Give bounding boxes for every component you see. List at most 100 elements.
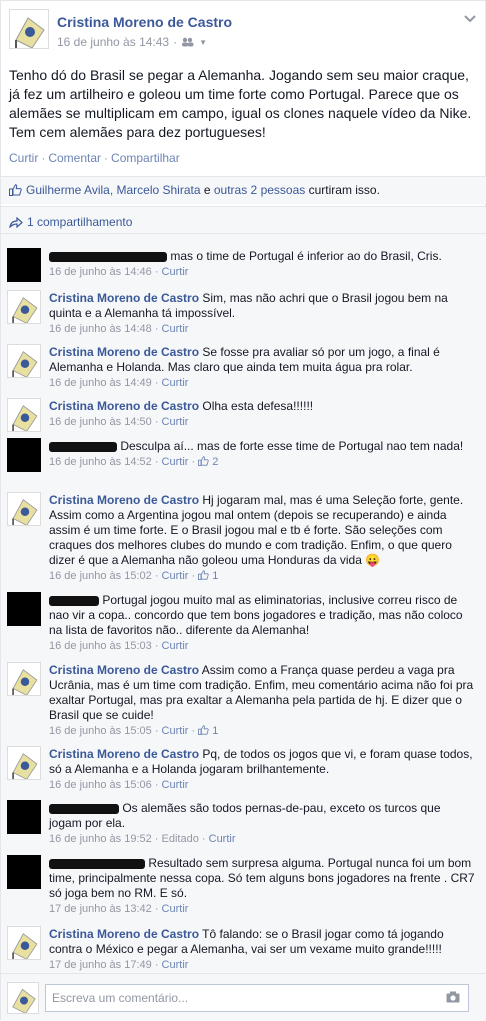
comment-like-link[interactable]: Curtir	[162, 779, 189, 791]
comment-meta: 16 de junho às 14:49 · Curtir	[49, 377, 189, 389]
comment-like-link[interactable]: Curtir	[162, 903, 189, 915]
comment-composer: Escreva um comentário...	[1, 973, 486, 1021]
comment-like-link[interactable]: Curtir	[162, 266, 189, 278]
comment-like-count[interactable]: 1	[198, 570, 218, 582]
comment-like-link[interactable]: Curtir	[162, 456, 189, 468]
commenter-name[interactable]: Cristina Moreno de Castro	[49, 747, 199, 761]
author-avatar[interactable]	[9, 9, 49, 49]
commenter-avatar[interactable]	[7, 492, 41, 526]
comment-timestamp[interactable]: 16 de junho às 15:05	[49, 725, 152, 737]
commenter-avatar[interactable]	[7, 438, 41, 472]
commenter-avatar[interactable]	[7, 344, 41, 378]
post-meta: 16 de junho às 14:43 · ▼	[57, 35, 207, 49]
like-count: 1	[212, 725, 219, 737]
comment-text: Desculpa aí... mas de forte esse time de…	[120, 439, 464, 453]
comment-like-link[interactable]: Curtir	[162, 377, 189, 389]
commenter-name[interactable]: Cristina Moreno de Castro	[49, 927, 199, 941]
comment-like-link[interactable]: Curtir	[162, 570, 189, 582]
comment-timestamp[interactable]: 16 de junho às 14:48	[49, 323, 152, 335]
comment-timestamp[interactable]: 16 de junho às 19:52 · Editado	[49, 833, 199, 845]
comment-timestamp[interactable]: 16 de junho às 15:06	[49, 779, 152, 791]
post-author[interactable]: Cristina Moreno de Castro	[57, 14, 232, 30]
comment-meta: 16 de junho às 14:46 · Curtir	[49, 266, 189, 278]
like-count: 1	[212, 570, 219, 582]
friends-icon[interactable]	[181, 37, 195, 47]
comment-like-link[interactable]: Curtir	[162, 323, 189, 335]
shares-summary[interactable]: 1 compartilhamento	[1, 206, 486, 234]
comment-meta: 16 de junho às 15:05 · Curtir · 1	[49, 725, 219, 737]
commenter-avatar[interactable]	[7, 926, 41, 960]
comment-input[interactable]: Escreva um comentário...	[45, 984, 469, 1012]
commenter-avatar[interactable]	[7, 592, 41, 626]
commenter-avatar[interactable]	[7, 662, 41, 696]
thumbs-up-icon	[198, 456, 209, 466]
comment-timestamp[interactable]: 17 de junho às 17:49	[49, 959, 152, 971]
comment-body: Cristina Moreno de Castro Assim como a F…	[49, 663, 475, 739]
comment-like-link[interactable]: Curtir	[162, 959, 189, 971]
comment-content: Resultado sem surpresa alguma. Portugal …	[49, 856, 475, 901]
redacted-name[interactable]	[49, 803, 119, 814]
commenter-name[interactable]: Cristina Moreno de Castro	[49, 291, 199, 305]
comment-content: Cristina Moreno de Castro Assim como a F…	[49, 663, 475, 723]
commenter-avatar[interactable]	[7, 248, 41, 282]
commenter-avatar[interactable]	[7, 855, 41, 889]
comment-content: Cristina Moreno de Castro Hj jogaram mal…	[49, 493, 475, 568]
redacted-name[interactable]	[49, 441, 117, 452]
commenter-avatar[interactable]	[7, 398, 41, 432]
thumbs-up-icon	[198, 725, 209, 735]
comment-input-placeholder: Escreva um comentário...	[52, 991, 189, 1005]
comment-timestamp[interactable]: 16 de junho às 14:50	[49, 416, 152, 428]
like-link[interactable]: Curtir	[9, 151, 38, 165]
post-actions: Curtir · Comentar · Compartilhar	[9, 151, 180, 165]
comment-meta: 16 de junho às 14:50 · Curtir	[49, 416, 189, 428]
comment-timestamp[interactable]: 16 de junho às 14:49	[49, 377, 152, 389]
comment-content: Cristina Moreno de Castro Se fosse pra a…	[49, 345, 475, 375]
comment-body: Cristina Moreno de Castro Hj jogaram mal…	[49, 493, 475, 584]
redacted-name[interactable]	[49, 251, 167, 262]
redacted-name[interactable]	[49, 858, 145, 869]
comment-content: mas o time de Portugal é inferior ao do …	[49, 249, 475, 264]
commenter-name[interactable]: Cristina Moreno de Castro	[49, 399, 199, 413]
comment-content: Cristina Moreno de Castro Sim, mas não a…	[49, 291, 475, 321]
commenter-avatar[interactable]	[7, 290, 41, 324]
comment-like-count[interactable]: 1	[198, 725, 218, 737]
comment-meta: 16 de junho às 15:03 · Curtir	[49, 640, 189, 652]
post-options-chevron-icon[interactable]	[463, 13, 477, 27]
comment-body: Cristina Moreno de Castro Se fosse pra a…	[49, 345, 475, 391]
shares-count[interactable]: 1 compartilhamento	[27, 215, 132, 229]
comment-timestamp[interactable]: 16 de junho às 14:46	[49, 266, 152, 278]
comment-timestamp[interactable]: 16 de junho às 15:03	[49, 640, 152, 652]
likers-names[interactable]: Guilherme Avila, Marcelo Shirata	[26, 183, 201, 197]
comment-text: mas o time de Portugal é inferior ao do …	[170, 249, 442, 263]
commenter-avatar[interactable]	[7, 800, 41, 834]
redacted-name[interactable]	[49, 595, 99, 606]
comment-meta: 17 de junho às 17:49 · Curtir	[49, 959, 189, 971]
comment-like-link[interactable]: Curtir	[162, 725, 189, 737]
comment-like-link[interactable]: Curtir	[162, 640, 189, 652]
share-link[interactable]: Compartilhar	[111, 151, 180, 165]
likes-suffix: curtiram isso.	[305, 183, 380, 197]
separator: ·	[104, 151, 109, 165]
post-header	[9, 9, 49, 49]
camera-icon[interactable]	[446, 991, 460, 1003]
comment-like-count[interactable]: 2	[198, 456, 218, 468]
commenter-name[interactable]: Cristina Moreno de Castro	[49, 493, 199, 507]
comment-like-link[interactable]: Curtir	[162, 416, 189, 428]
post-text: Tenho dó do Brasil se pegar a Alemanha. …	[9, 67, 472, 140]
comment-timestamp[interactable]: 16 de junho às 15:02	[49, 570, 152, 582]
post-timestamp[interactable]: 16 de junho às 14:43	[57, 35, 169, 49]
comment-body: Os alemães são todos pernas-de-pau, exce…	[49, 801, 475, 847]
comment-body: Cristina Moreno de Castro Pq, de todos o…	[49, 747, 475, 793]
commenter-name[interactable]: Cristina Moreno de Castro	[49, 345, 199, 359]
likers-others[interactable]: outras 2 pessoas	[214, 183, 305, 197]
like-count: 2	[212, 456, 219, 468]
commenter-name[interactable]: Cristina Moreno de Castro	[49, 663, 199, 677]
comment-timestamp[interactable]: 16 de junho às 14:52	[49, 456, 152, 468]
chevron-down-icon[interactable]: ▼	[199, 38, 207, 47]
comment-timestamp[interactable]: 17 de junho às 13:42	[49, 903, 152, 915]
comment-link[interactable]: Comentar	[48, 151, 101, 165]
comment-meta: 16 de junho às 14:48 · Curtir	[49, 323, 189, 335]
comment-like-link[interactable]: Curtir	[209, 833, 236, 845]
commenter-avatar[interactable]	[7, 746, 41, 780]
comment-meta: 17 de junho às 13:42 · Curtir	[49, 903, 189, 915]
